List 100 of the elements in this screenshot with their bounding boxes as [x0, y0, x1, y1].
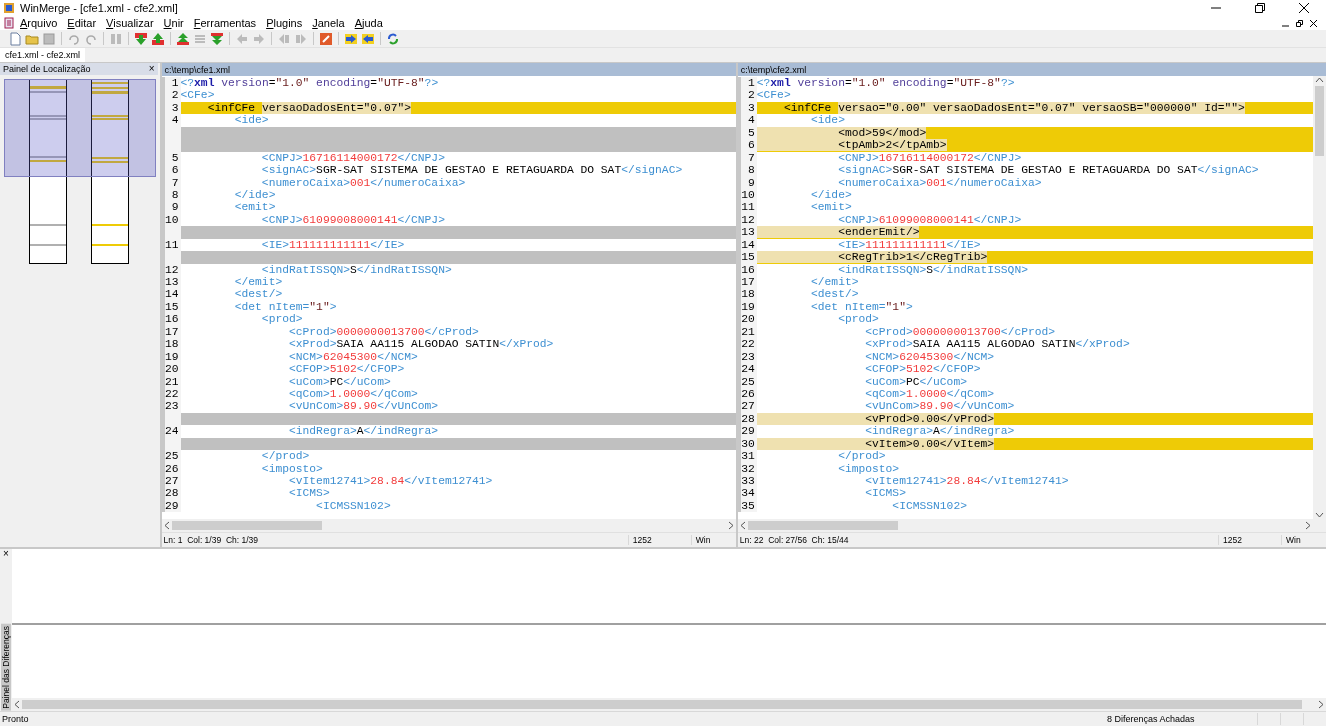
down-arrow-button[interactable]	[134, 31, 148, 46]
status-message: Pronto	[1, 714, 30, 724]
line-number: 17	[737, 276, 757, 289]
menu-item[interactable]: Unir	[158, 16, 189, 30]
file-path: c:\temp\cfe2.xml	[737, 63, 1326, 76]
line-number: 31	[737, 450, 757, 463]
line-number: 9	[161, 201, 181, 214]
scrollbar-thumb[interactable]	[22, 700, 1302, 709]
line-number: 13	[161, 276, 181, 289]
line-number: 4	[737, 114, 757, 127]
line-number: 16	[161, 313, 181, 326]
codepage: 1252	[627, 535, 691, 545]
restore-icon	[1296, 19, 1303, 27]
edit-icon	[319, 31, 333, 46]
right-arrow-button[interactable]	[344, 31, 358, 46]
line-number: 24	[737, 363, 757, 376]
menu-item[interactable]: Visualizar	[101, 16, 159, 30]
scrollbar-thumb[interactable]	[171, 521, 322, 530]
document-tab[interactable]: cfe1.xml - cfe2.xml	[0, 48, 85, 62]
left-arrow-icon	[361, 31, 375, 46]
up-arrow-icon	[151, 31, 165, 46]
right-arrow-icon	[344, 31, 358, 46]
panel-title: Painel das Diferenças	[1, 624, 11, 711]
line-number: 6	[737, 139, 757, 152]
line-number: 4	[161, 114, 181, 127]
line-ending: Win	[1281, 535, 1326, 545]
line-number: 27	[161, 475, 181, 488]
save-icon	[42, 31, 56, 46]
close-icon	[1299, 3, 1309, 13]
line-number: 6	[161, 164, 181, 177]
double-down-arrow-button[interactable]	[210, 31, 224, 46]
double-down-arrow-icon	[210, 31, 224, 46]
up-caret-icon	[1315, 76, 1324, 84]
right-arrow-icon	[294, 31, 308, 46]
line-number: 11	[737, 201, 757, 214]
refresh-button[interactable]	[386, 31, 400, 46]
left-arrow-button[interactable]	[361, 31, 375, 46]
menu-item[interactable]: Plugins	[261, 16, 308, 30]
line-number: 2	[737, 89, 757, 102]
line-number: 1	[737, 77, 757, 90]
line-number: 28	[161, 487, 181, 500]
right-caret-icon	[1316, 700, 1326, 709]
cursor-position: Ln: 1 Col: 1/39 Ch: 1/39	[162, 535, 260, 545]
close-button[interactable]: ×	[3, 549, 9, 559]
horizontal-scrollbar[interactable]	[12, 698, 1326, 711]
columns-button[interactable]	[109, 31, 123, 46]
down-caret-icon	[1315, 511, 1324, 519]
left-caret-icon	[12, 700, 22, 709]
line-number: 13	[737, 226, 757, 239]
difference-count: 8 Diferenças Achadas	[1106, 714, 1196, 724]
menu-item[interactable]: Janela	[307, 16, 350, 30]
menu-item[interactable]: Editar	[62, 16, 102, 30]
line-ending: Win	[690, 535, 736, 545]
line-number: 8	[737, 164, 757, 177]
refresh-icon	[386, 31, 400, 46]
right-caret-icon	[1303, 521, 1313, 530]
scrollbar-thumb[interactable]	[747, 521, 898, 530]
window-title: WinMerge - [cfe1.xml - cfe2.xml]	[20, 2, 179, 14]
line-number: 20	[161, 363, 181, 376]
vertical-scrollbar[interactable]	[1313, 76, 1326, 519]
double-up-arrow-icon	[176, 31, 190, 46]
new-document-button[interactable]	[8, 31, 22, 46]
line-number: 20	[737, 313, 757, 326]
line-number: 33	[737, 475, 757, 488]
document-icon	[3, 17, 15, 29]
up-arrow-button[interactable]	[151, 31, 165, 46]
columns-icon	[109, 31, 123, 46]
app-icon	[3, 2, 15, 14]
cursor-position: Ln: 22 Col: 27/56 Ch: 15/44	[738, 535, 850, 545]
double-up-arrow-button[interactable]	[176, 31, 190, 46]
edit-button[interactable]	[319, 31, 333, 46]
menu-item[interactable]: Arquivo	[15, 16, 63, 30]
line-number: 18	[737, 288, 757, 301]
line-number: 18	[161, 338, 181, 351]
save-button[interactable]	[42, 31, 56, 46]
menu-item[interactable]: Ajuda	[349, 16, 388, 30]
line-number: 15	[737, 251, 757, 264]
right-arrow-icon	[252, 31, 266, 46]
line-number: 29	[737, 425, 757, 438]
line-number: 22	[737, 338, 757, 351]
restore-icon	[1255, 3, 1265, 13]
close-button[interactable]	[1307, 17, 1320, 29]
new-document-icon	[8, 31, 22, 46]
file-path: c:\temp\cfe1.xml	[161, 63, 736, 76]
line-number: 24	[161, 425, 181, 438]
menu-item[interactable]: Ferramentas	[188, 16, 262, 30]
line-number: 14	[161, 288, 181, 301]
line-number: 25	[161, 450, 181, 463]
line-number: 1	[161, 77, 181, 90]
close-icon	[1310, 19, 1317, 27]
panel-title: Painel de Localização	[3, 64, 92, 74]
scrollbar-thumb[interactable]	[1315, 86, 1324, 156]
down-arrow-icon	[134, 31, 148, 46]
line-number: 27	[737, 400, 757, 413]
codepage: 1252	[1218, 535, 1281, 545]
restore-button[interactable]	[1293, 17, 1306, 29]
close-button[interactable]: ×	[145, 64, 158, 74]
line-number: 23	[161, 400, 181, 413]
line-number: 34	[737, 487, 757, 500]
line-number: 2	[161, 89, 181, 102]
